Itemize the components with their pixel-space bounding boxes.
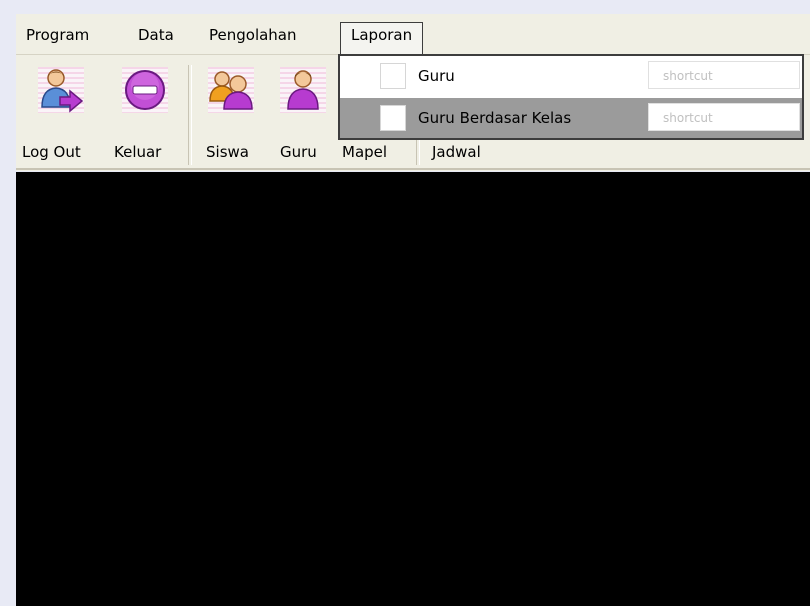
menu-data[interactable]: Data bbox=[138, 23, 174, 47]
guru-label: Guru bbox=[280, 143, 317, 161]
menu-item-label: Guru bbox=[418, 67, 455, 85]
jadwal-label: Jadwal bbox=[432, 143, 481, 161]
menu-bar: Program Data Pengolahan Laporan bbox=[16, 14, 810, 55]
logout-button[interactable]: Log Out bbox=[22, 63, 108, 171]
menu-item-label: Guru Berdasar Kelas bbox=[418, 109, 572, 127]
checkbox-icon bbox=[380, 105, 406, 131]
menu-program[interactable]: Program bbox=[26, 23, 89, 47]
siswa-button[interactable]: Siswa bbox=[200, 63, 270, 171]
shortcut-hint: shortcut bbox=[648, 103, 800, 131]
main-workspace bbox=[16, 172, 810, 606]
exit-label: Keluar bbox=[114, 143, 162, 161]
toolbar-divider bbox=[16, 168, 810, 170]
siswa-label: Siswa bbox=[206, 143, 249, 161]
menu-laporan[interactable]: Laporan bbox=[340, 22, 424, 55]
laporan-dropdown-menu: Guru shortcut Guru Berdasar Kelas shortc… bbox=[338, 54, 804, 140]
window-border bbox=[0, 0, 16, 606]
application-window: Program Data Pengolahan Laporan Log Out bbox=[0, 0, 810, 606]
guru-button[interactable]: Guru bbox=[274, 63, 338, 171]
user-icon bbox=[280, 67, 326, 113]
users-icon bbox=[208, 67, 254, 113]
logout-icon bbox=[38, 67, 84, 113]
menu-item-guru[interactable]: Guru shortcut bbox=[340, 56, 802, 96]
exit-button[interactable]: Keluar bbox=[110, 63, 180, 171]
menu-item-guru-berdasar-kelas[interactable]: Guru Berdasar Kelas shortcut bbox=[340, 98, 802, 138]
menu-pengolahan[interactable]: Pengolahan bbox=[209, 23, 297, 47]
shortcut-hint: shortcut bbox=[648, 61, 800, 89]
logout-label: Log Out bbox=[22, 143, 81, 161]
toolbar-separator bbox=[188, 65, 192, 165]
checkbox-icon bbox=[380, 63, 406, 89]
mapel-label: Mapel bbox=[342, 143, 388, 161]
exit-icon bbox=[122, 67, 168, 113]
